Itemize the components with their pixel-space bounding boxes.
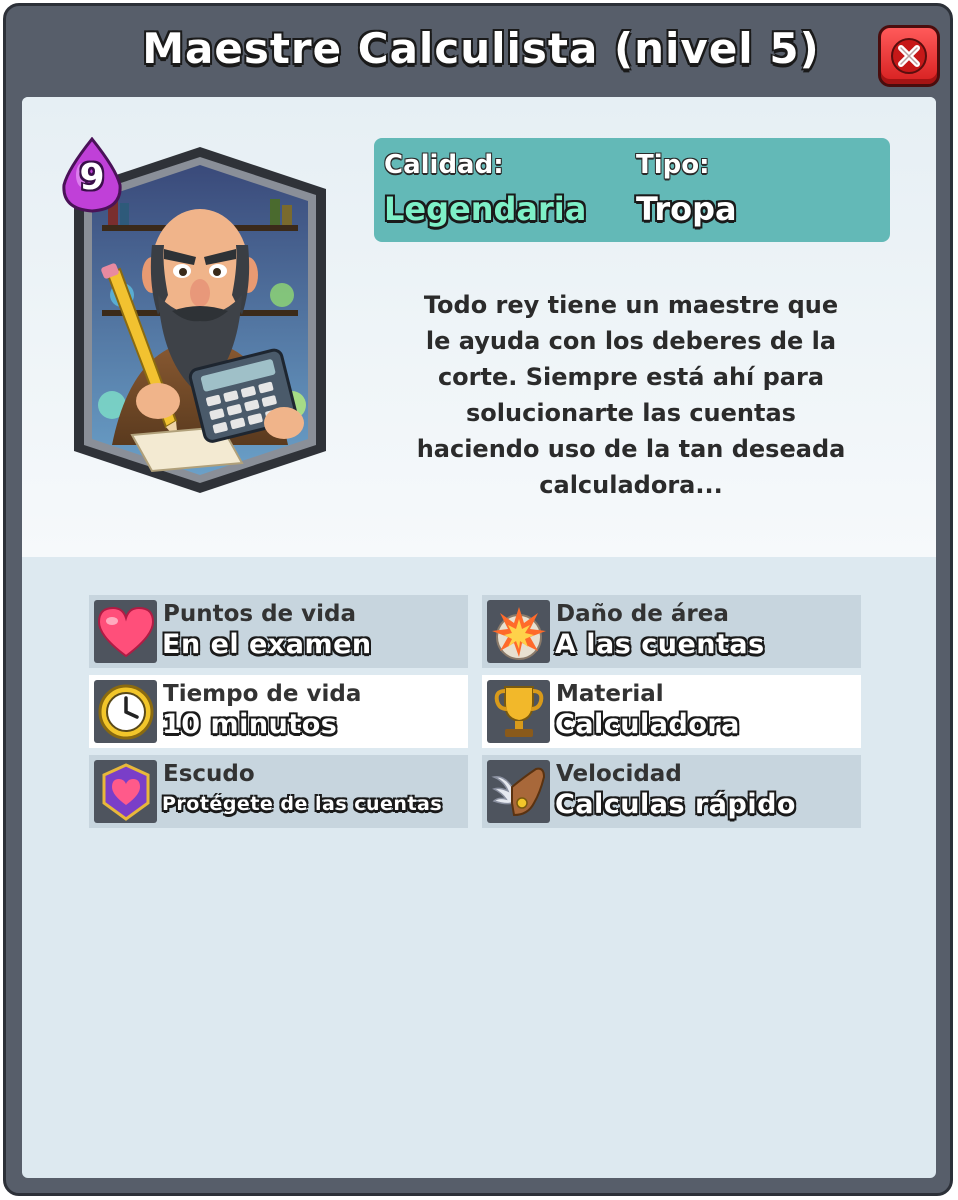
stat-value: 10 minutos: [162, 709, 338, 740]
close-x-icon: [891, 38, 927, 74]
stat-label: Tiempo de vida: [163, 681, 362, 707]
stat-value: Protégete de las cuentas: [162, 793, 443, 815]
trophy-icon: [487, 680, 550, 743]
stat-label: Escudo: [163, 761, 255, 787]
stat-label: Daño de área: [556, 601, 729, 627]
winged-boot-icon: [487, 760, 550, 823]
stat-lifetime: Tiempo de vida 10 minutos: [89, 675, 468, 748]
card-description: Todo rey tiene un maestre que le ayuda c…: [416, 291, 846, 499]
type-label: Tipo:: [636, 150, 710, 180]
stat-area-damage: Daño de área A las cuentas: [482, 595, 861, 668]
stat-label: Material: [556, 681, 664, 707]
quality-value: Legendaria: [384, 190, 587, 228]
close-button[interactable]: [878, 25, 940, 87]
stat-hitpoints: Puntos de vida En el examen: [89, 595, 468, 668]
stat-value: Calculadora: [555, 709, 740, 740]
type-value: Tropa: [636, 190, 737, 228]
stat-value: Calculas rápido: [555, 789, 796, 820]
shield-icon: [94, 760, 157, 823]
stat-label: Puntos de vida: [163, 601, 357, 627]
card-portrait: 9: [62, 137, 328, 495]
elixir-cost-badge: 9: [58, 137, 126, 213]
heart-icon: [94, 600, 157, 663]
window-title: Maestre Calculista (nivel 5): [142, 24, 820, 73]
content-panel: 9 Calidad: Tipo: Legendaria Tropa Todo r…: [22, 97, 936, 1178]
stat-value: En el examen: [162, 629, 372, 660]
stat-speed: Velocidad Calculas rápido: [482, 755, 861, 828]
elixir-cost: 9: [79, 157, 105, 198]
card-info-box: Calidad: Tipo: Legendaria Tropa: [374, 138, 890, 242]
stat-value: A las cuentas: [555, 629, 765, 660]
stat-shield: Escudo Protégete de las cuentas: [89, 755, 468, 828]
stat-label: Velocidad: [556, 761, 682, 787]
quality-label: Calidad:: [384, 150, 504, 180]
clock-icon: [94, 680, 157, 743]
explosion-icon: [487, 600, 550, 663]
stat-material: Material Calculadora: [482, 675, 861, 748]
